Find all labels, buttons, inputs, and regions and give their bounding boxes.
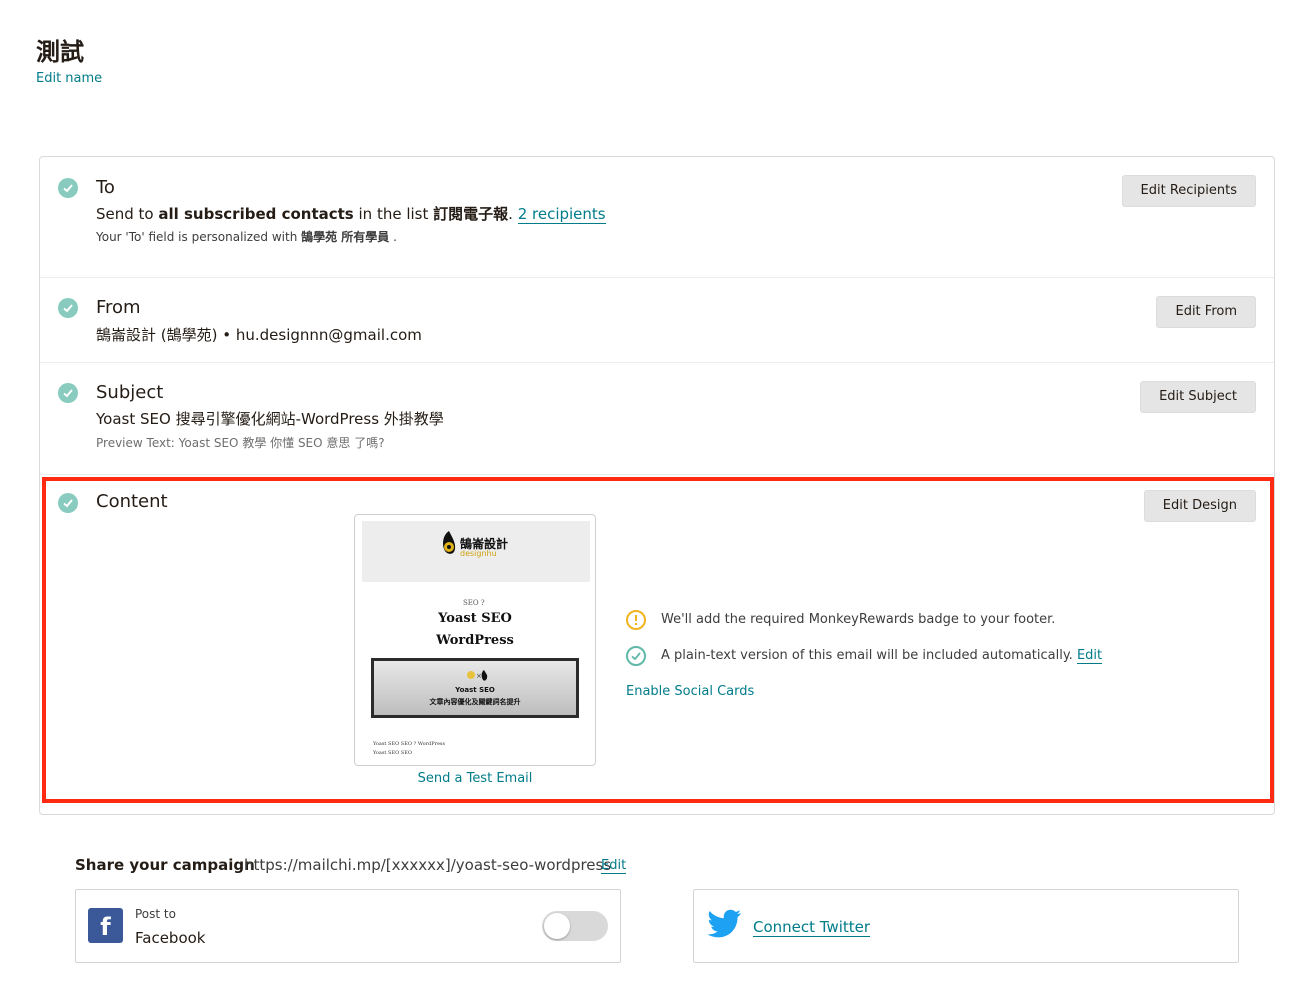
- subject-value: Yoast SEO 搜尋引擎優化網站-WordPress 外掛教學: [96, 410, 444, 428]
- send-test-email-link[interactable]: Send a Test Email: [354, 771, 596, 786]
- campaign-checklist: To Send to all subscribed contacts in th…: [39, 156, 1275, 815]
- check-icon: [58, 493, 78, 513]
- section-content: Content Edit Design: [40, 475, 1274, 815]
- check-icon: [58, 383, 78, 403]
- preview-footer-text: Yoast SEO SEO ? WordPress: [373, 741, 446, 747]
- check-circle-icon: [626, 646, 646, 666]
- to-summary: Send to all subscribed contacts in the l…: [96, 205, 606, 224]
- to-personalized: Your 'To' field is personalized with 鵠學苑…: [96, 230, 397, 244]
- recipients-link[interactable]: 2 recipients: [517, 205, 606, 224]
- svg-text:×: ×: [476, 672, 482, 680]
- campaign-url: https://mailchi.mp/[xxxxxx]/yoast-seo-wo…: [244, 856, 612, 874]
- page-title: 測試: [36, 38, 84, 66]
- preview-text: Preview Text: Yoast SEO 教學 你懂 SEO 意思 了嗎?: [96, 436, 385, 450]
- preview-headline: WordPress: [436, 633, 514, 648]
- preview-image-label: Yoast SEO: [455, 686, 495, 694]
- email-preview[interactable]: 鵠崙設計 designhu SEO ? Yoast SEO WordPress …: [354, 514, 596, 766]
- twitter-card: Connect Twitter: [693, 889, 1239, 963]
- section-from: From 鵠崙設計 (鵠學苑) • hu.designnn@gmail.com …: [40, 278, 1274, 363]
- check-icon: [58, 178, 78, 198]
- edit-design-button[interactable]: Edit Design: [1143, 490, 1256, 522]
- preview-header: 鵠崙設計 designhu: [362, 521, 590, 582]
- facebook-toggle[interactable]: [542, 911, 608, 941]
- facebook-card: f Post to Facebook: [75, 889, 621, 963]
- edit-url-link[interactable]: Edit: [601, 858, 627, 874]
- preview-tiny-text: SEO ?: [463, 599, 485, 607]
- section-title-subject: Subject: [96, 382, 164, 403]
- section-title-to: To: [96, 177, 115, 198]
- toggle-knob: [544, 913, 570, 939]
- preview-logo-sub: designhu: [460, 549, 497, 558]
- facebook-icon: f: [88, 908, 123, 943]
- section-title-content: Content: [96, 491, 168, 512]
- section-title-from: From: [96, 297, 141, 318]
- from-value: 鵠崙設計 (鵠學苑) • hu.designnn@gmail.com: [96, 326, 422, 344]
- plaintext-edit-link[interactable]: Edit: [1076, 648, 1103, 664]
- edit-name-link[interactable]: Edit name: [36, 71, 102, 86]
- connect-twitter-link[interactable]: Connect Twitter: [753, 918, 871, 937]
- plaintext-note: A plain-text version of this email will …: [661, 648, 1103, 664]
- facebook-label: Facebook: [135, 929, 206, 947]
- edit-recipients-button[interactable]: Edit Recipients: [1121, 175, 1256, 207]
- post-to-label: Post to: [135, 907, 176, 921]
- preview-image-label: 文章內容優化及關鍵詞名提升: [429, 698, 521, 706]
- section-to: To Send to all subscribed contacts in th…: [40, 157, 1274, 278]
- check-icon: [58, 298, 78, 318]
- yoast-logo-icon: ×: [467, 670, 488, 681]
- edit-from-button[interactable]: Edit From: [1156, 296, 1256, 328]
- enable-social-cards-link[interactable]: Enable Social Cards: [626, 684, 754, 699]
- edit-subject-button[interactable]: Edit Subject: [1140, 381, 1256, 413]
- preview-headline: Yoast SEO: [438, 611, 512, 626]
- preview-footer-text: Yoast SEO SEO: [373, 750, 412, 756]
- preview-banner-image: × Yoast SEO 文章內容優化及關鍵詞名提升: [371, 658, 579, 718]
- section-subject: Subject Yoast SEO 搜尋引擎優化網站-WordPress 外掛教…: [40, 363, 1274, 475]
- share-campaign-label: Share your campaign: [75, 856, 255, 874]
- warning-icon: [626, 610, 646, 630]
- monkeyrewards-note: We'll add the required MonkeyRewards bad…: [661, 612, 1056, 627]
- twitter-icon: [707, 909, 741, 938]
- logo-icon: [443, 531, 456, 554]
